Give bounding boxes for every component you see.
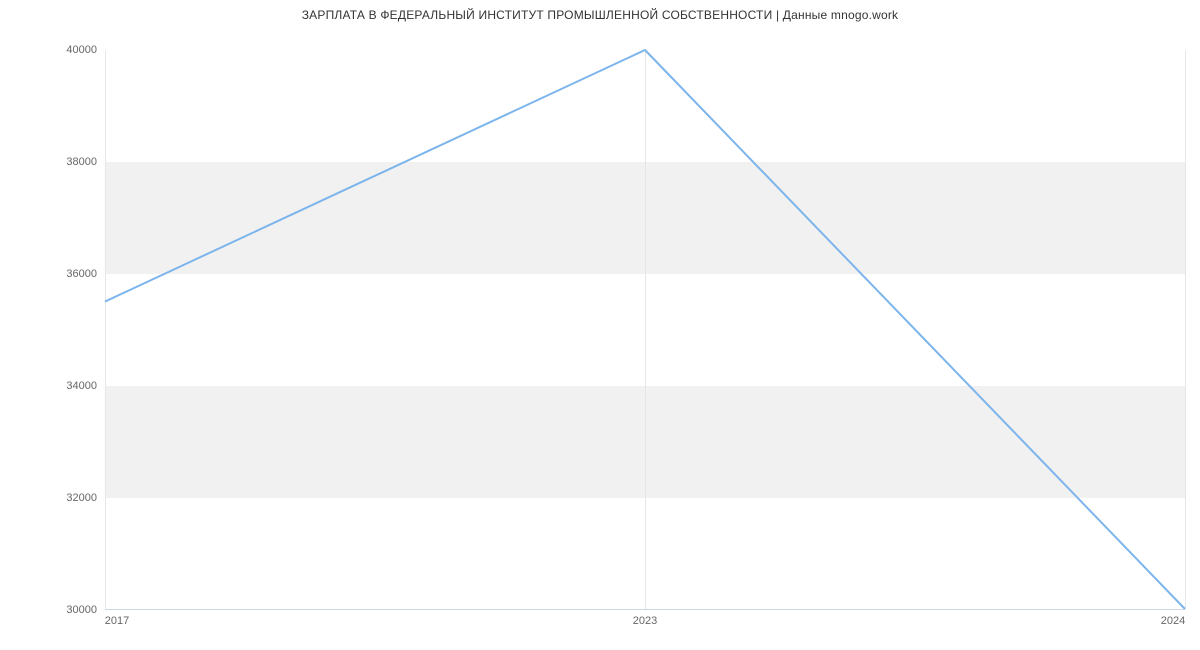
x-tick-label: 2017 <box>105 615 129 627</box>
series-path <box>105 50 1185 609</box>
chart-title: ЗАРПЛАТА В ФЕДЕРАЛЬНЫЙ ИНСТИТУТ ПРОМЫШЛЕ… <box>0 8 1200 22</box>
y-tick-label: 30000 <box>7 604 97 616</box>
y-tick-label: 38000 <box>7 156 97 168</box>
y-tick-label: 40000 <box>7 44 97 56</box>
chart-container: ЗАРПЛАТА В ФЕДЕРАЛЬНЫЙ ИНСТИТУТ ПРОМЫШЛЕ… <box>0 0 1200 650</box>
grid-vline <box>1185 50 1186 609</box>
x-tick-label: 2023 <box>633 615 657 627</box>
y-tick-label: 36000 <box>7 268 97 280</box>
y-tick-label: 32000 <box>7 492 97 504</box>
x-tick-label: 2024 <box>1161 615 1185 627</box>
plot-area <box>105 50 1185 610</box>
line-series <box>105 50 1185 609</box>
y-tick-label: 34000 <box>7 380 97 392</box>
